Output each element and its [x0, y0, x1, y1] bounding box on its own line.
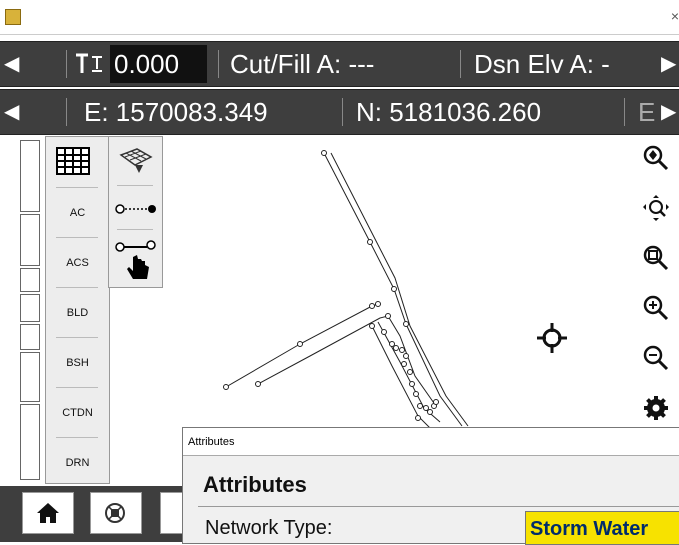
home-button[interactable] [22, 492, 74, 534]
dialog-heading: Attributes [203, 472, 307, 497]
design-elevation-readout: Dsn Elv A: - [474, 49, 610, 79]
survey-grid-icon[interactable] [117, 145, 153, 175]
scroll-left-button-2[interactable]: ◀ [4, 90, 19, 134]
elevation-icon [76, 53, 102, 73]
elevation-value: 0.000 [114, 49, 180, 79]
close-icon[interactable]: × [671, 8, 679, 24]
easting-readout: E: 1570083.349 [84, 97, 268, 127]
pan-icon[interactable] [642, 194, 670, 222]
zoom-to-point-icon[interactable] [642, 144, 670, 172]
zoom-in-icon[interactable] [642, 294, 670, 322]
cut-fill-readout: Cut/Fill A: --- [230, 49, 375, 79]
drawing-tools-panel [108, 136, 163, 288]
layer-item-bsh[interactable]: BSH [46, 357, 109, 369]
crosshair-target-icon[interactable] [536, 322, 568, 354]
layer-item-drn[interactable]: DRN [46, 457, 109, 469]
layer-toggle[interactable] [20, 214, 40, 266]
bottom-toolbar [0, 486, 192, 542]
scroll-left-button[interactable]: ◀ [4, 42, 19, 86]
satellite-button[interactable] [90, 492, 142, 534]
layer-toggle[interactable] [20, 140, 40, 212]
point-line-icon[interactable] [115, 201, 157, 217]
elevation-readout-truncated: E [638, 97, 656, 127]
layer-toggle[interactable] [20, 294, 40, 322]
layer-item-bld[interactable]: BLD [46, 307, 109, 319]
scroll-right-button-2[interactable]: ▶ [661, 90, 679, 134]
hand-select-icon[interactable] [115, 237, 157, 281]
status-bar-elevation: ◀ 0.000 Cut/Fill A: --- Dsn Elv A: - ▶ [0, 41, 679, 87]
network-type-label: Network Type: [205, 517, 333, 539]
layer-visibility-strip [20, 136, 44, 482]
layer-toggle[interactable] [20, 352, 40, 402]
scroll-right-button[interactable]: ▶ [661, 42, 679, 86]
map-navigation-toolbar [638, 136, 679, 426]
layer-toggle[interactable] [20, 324, 40, 350]
dialog-title-bar[interactable]: Attributes [183, 428, 679, 456]
satellite-icon [105, 503, 125, 523]
layer-item-ac[interactable]: AC [46, 207, 109, 219]
app-icon [5, 9, 21, 25]
layer-toggle[interactable] [20, 404, 40, 480]
status-bar-coordinates: ◀ E: 1570083.349 N: 5181036.260 E ▶ [0, 89, 679, 135]
layer-toggle[interactable] [20, 268, 40, 292]
layer-item-acs[interactable]: ACS [46, 257, 109, 269]
grid-table-icon[interactable] [56, 147, 90, 175]
window-title-bar: × [0, 0, 679, 35]
attributes-dialog: Attributes Attributes Network Type: Stor… [182, 427, 679, 545]
layer-item-ctdn[interactable]: CTDN [46, 407, 109, 419]
zoom-extents-icon[interactable] [642, 244, 670, 272]
layer-list-panel: AC ACS BLD BSH CTDN DRN [45, 136, 110, 484]
northing-readout: N: 5181036.260 [356, 97, 542, 127]
home-icon [37, 503, 59, 523]
zoom-out-icon[interactable] [642, 344, 670, 372]
settings-gear-icon[interactable] [642, 394, 670, 422]
network-type-field[interactable]: Storm Water [525, 511, 679, 545]
